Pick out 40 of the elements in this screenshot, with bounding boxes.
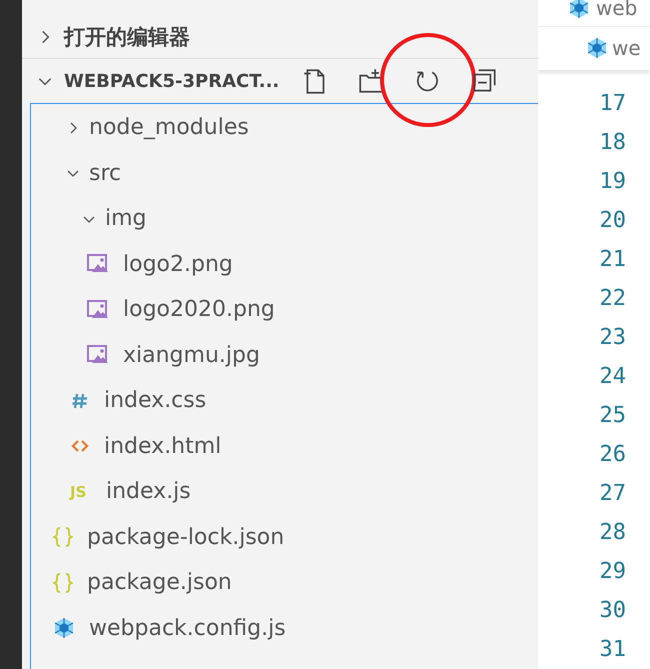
cube-icon	[53, 617, 75, 640]
line-number: 19	[600, 168, 626, 196]
js-label: JS	[70, 482, 88, 501]
file-name[interactable]: index.html	[104, 434, 222, 459]
line-number: 21	[600, 246, 626, 274]
line-number: 26	[600, 441, 626, 469]
section-header[interactable]: 打开的编辑器	[64, 23, 190, 51]
file-name[interactable]: xiangmu.jpg	[123, 342, 260, 368]
folder-name[interactable]: node_modules	[89, 115, 249, 140]
file-name[interactable]: package-lock.json	[87, 524, 284, 550]
line-number: 29	[600, 558, 626, 586]
line-number: 22	[600, 285, 626, 313]
editor-tab[interactable]: web	[596, 0, 638, 20]
editor-tab[interactable]: we	[612, 36, 641, 60]
folder-name[interactable]: img	[105, 206, 147, 232]
line-number: 24	[600, 363, 626, 391]
file-name[interactable]: webpack.config.js	[89, 616, 286, 641]
file-name[interactable]: index.js	[106, 479, 191, 504]
line-number: 30	[600, 597, 626, 625]
braces-icon	[53, 526, 73, 548]
line-number: 31	[600, 636, 626, 664]
cube-icon	[568, 0, 590, 19]
line-number: 25	[600, 402, 626, 430]
line-number: 20	[600, 207, 626, 235]
line-number: 18	[600, 129, 626, 157]
image-file-icon	[87, 300, 109, 320]
file-name[interactable]: package.json	[87, 570, 232, 596]
line-number: 28	[600, 519, 626, 547]
line-number: 23	[600, 324, 626, 352]
line-number: 17	[600, 90, 626, 118]
image-file-icon	[87, 345, 109, 366]
cube-icon	[586, 37, 608, 60]
file-name[interactable]: index.css	[104, 388, 206, 414]
project-header[interactable]: WEBPACK5-3PRACT...	[64, 70, 280, 92]
image-file-icon	[87, 254, 109, 274]
file-name[interactable]: logo2020.png	[123, 297, 275, 322]
file-name[interactable]: logo2.png	[123, 252, 233, 277]
line-number: 27	[600, 480, 626, 508]
folder-name[interactable]: src	[89, 160, 122, 186]
braces-icon	[53, 572, 73, 594]
